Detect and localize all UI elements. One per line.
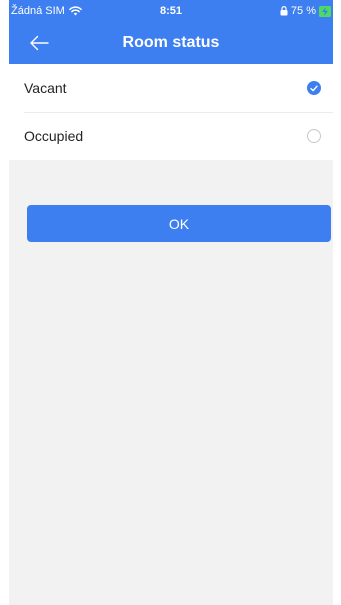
option-label: Occupied (24, 128, 84, 144)
checkmark-selected-icon (307, 81, 321, 95)
option-vacant[interactable]: Vacant (9, 64, 333, 112)
charging-battery-icon (319, 5, 331, 17)
room-status-options: Vacant Occupied (9, 64, 333, 160)
room-status-screen: Žádná SIM 8:51 75 % Room status Vacant O… (9, 0, 333, 605)
nav-bar: Room status (9, 22, 333, 64)
page-title: Room status (122, 34, 220, 51)
option-label: Vacant (24, 80, 67, 96)
option-occupied[interactable]: Occupied (9, 112, 333, 160)
radio-unselected-icon (307, 129, 321, 143)
app-header: Žádná SIM 8:51 75 % Room status (9, 0, 333, 64)
lock-icon (280, 6, 288, 16)
status-bar: Žádná SIM 8:51 75 % (9, 0, 333, 22)
ok-button[interactable]: OK (27, 205, 331, 242)
battery-percent: 75 % (290, 5, 316, 17)
